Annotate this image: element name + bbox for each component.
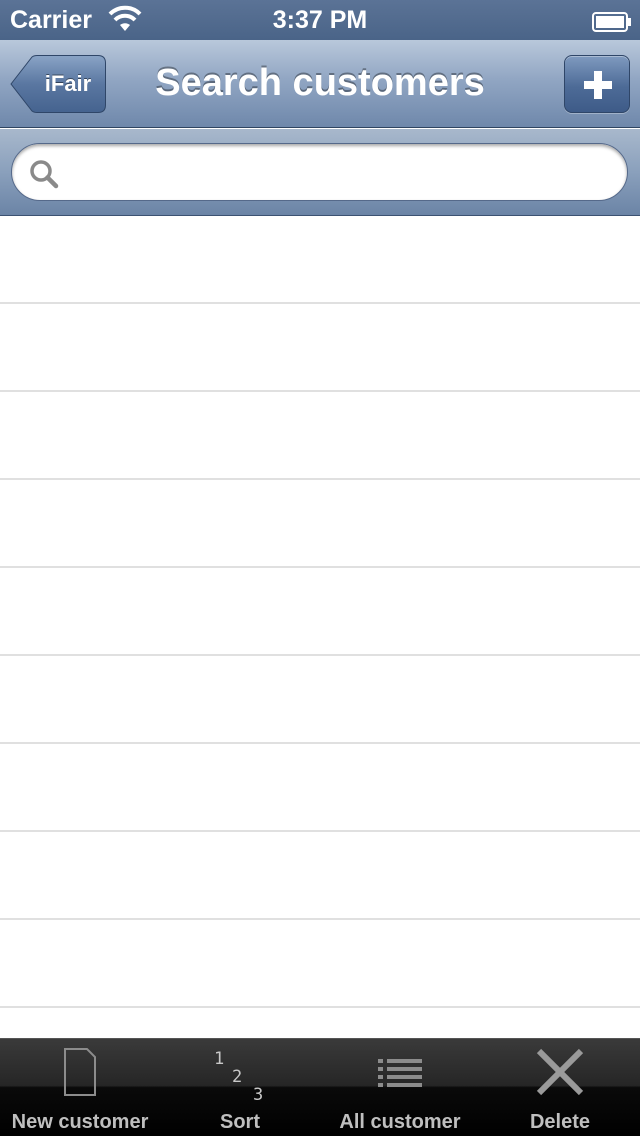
toolbar-label: Sort — [220, 1111, 260, 1133]
toolbar-label: New customer — [11, 1111, 149, 1133]
toolbar-item-delete[interactable]: Delete — [480, 1039, 640, 1136]
bottom-toolbar: New customer 1 2 3 Sort All customer Del… — [0, 1038, 640, 1136]
table-row[interactable] — [0, 392, 640, 480]
table-row[interactable] — [0, 1008, 640, 1038]
search-input[interactable] — [76, 152, 606, 192]
table-row[interactable] — [0, 832, 640, 920]
sort-digit: 3 — [253, 1085, 264, 1105]
status-time: 3:37 PM — [272, 6, 368, 34]
table-row[interactable] — [0, 568, 640, 656]
page-title: Search customers — [155, 62, 485, 104]
toolbar-item-new-customer[interactable]: New customer — [0, 1039, 160, 1136]
search-bar — [0, 129, 640, 216]
x-icon — [536, 1048, 584, 1096]
battery-icon — [592, 10, 632, 32]
toolbar-item-sort[interactable]: 1 2 3 Sort — [160, 1039, 320, 1136]
table-row[interactable] — [0, 480, 640, 568]
toolbar-label: All customer — [339, 1111, 461, 1133]
toolbar-label: Delete — [529, 1111, 591, 1133]
add-button[interactable] — [564, 55, 630, 113]
customer-table — [0, 216, 640, 1038]
table-row[interactable] — [0, 656, 640, 744]
table-row[interactable] — [0, 920, 640, 1008]
status-bar: Carrier 3:37 PM — [0, 0, 640, 40]
back-button[interactable]: iFair — [10, 55, 106, 113]
table-row[interactable] — [0, 744, 640, 832]
list-icon — [378, 1059, 422, 1087]
search-icon — [30, 160, 59, 189]
sort-digit: 1 — [214, 1049, 225, 1069]
back-button-label: iFair — [44, 71, 92, 96]
table-row[interactable] — [0, 304, 640, 392]
table-row[interactable] — [0, 216, 640, 304]
plus-icon — [584, 71, 612, 99]
navigation-bar: iFair Search customers — [0, 40, 640, 128]
sort-123-icon: 1 2 3 — [160, 1047, 320, 1109]
sort-digit: 2 — [232, 1067, 243, 1087]
toolbar-item-all-customer[interactable]: All customer — [320, 1039, 480, 1136]
blank-document-icon — [64, 1048, 96, 1096]
search-field[interactable] — [11, 143, 628, 201]
